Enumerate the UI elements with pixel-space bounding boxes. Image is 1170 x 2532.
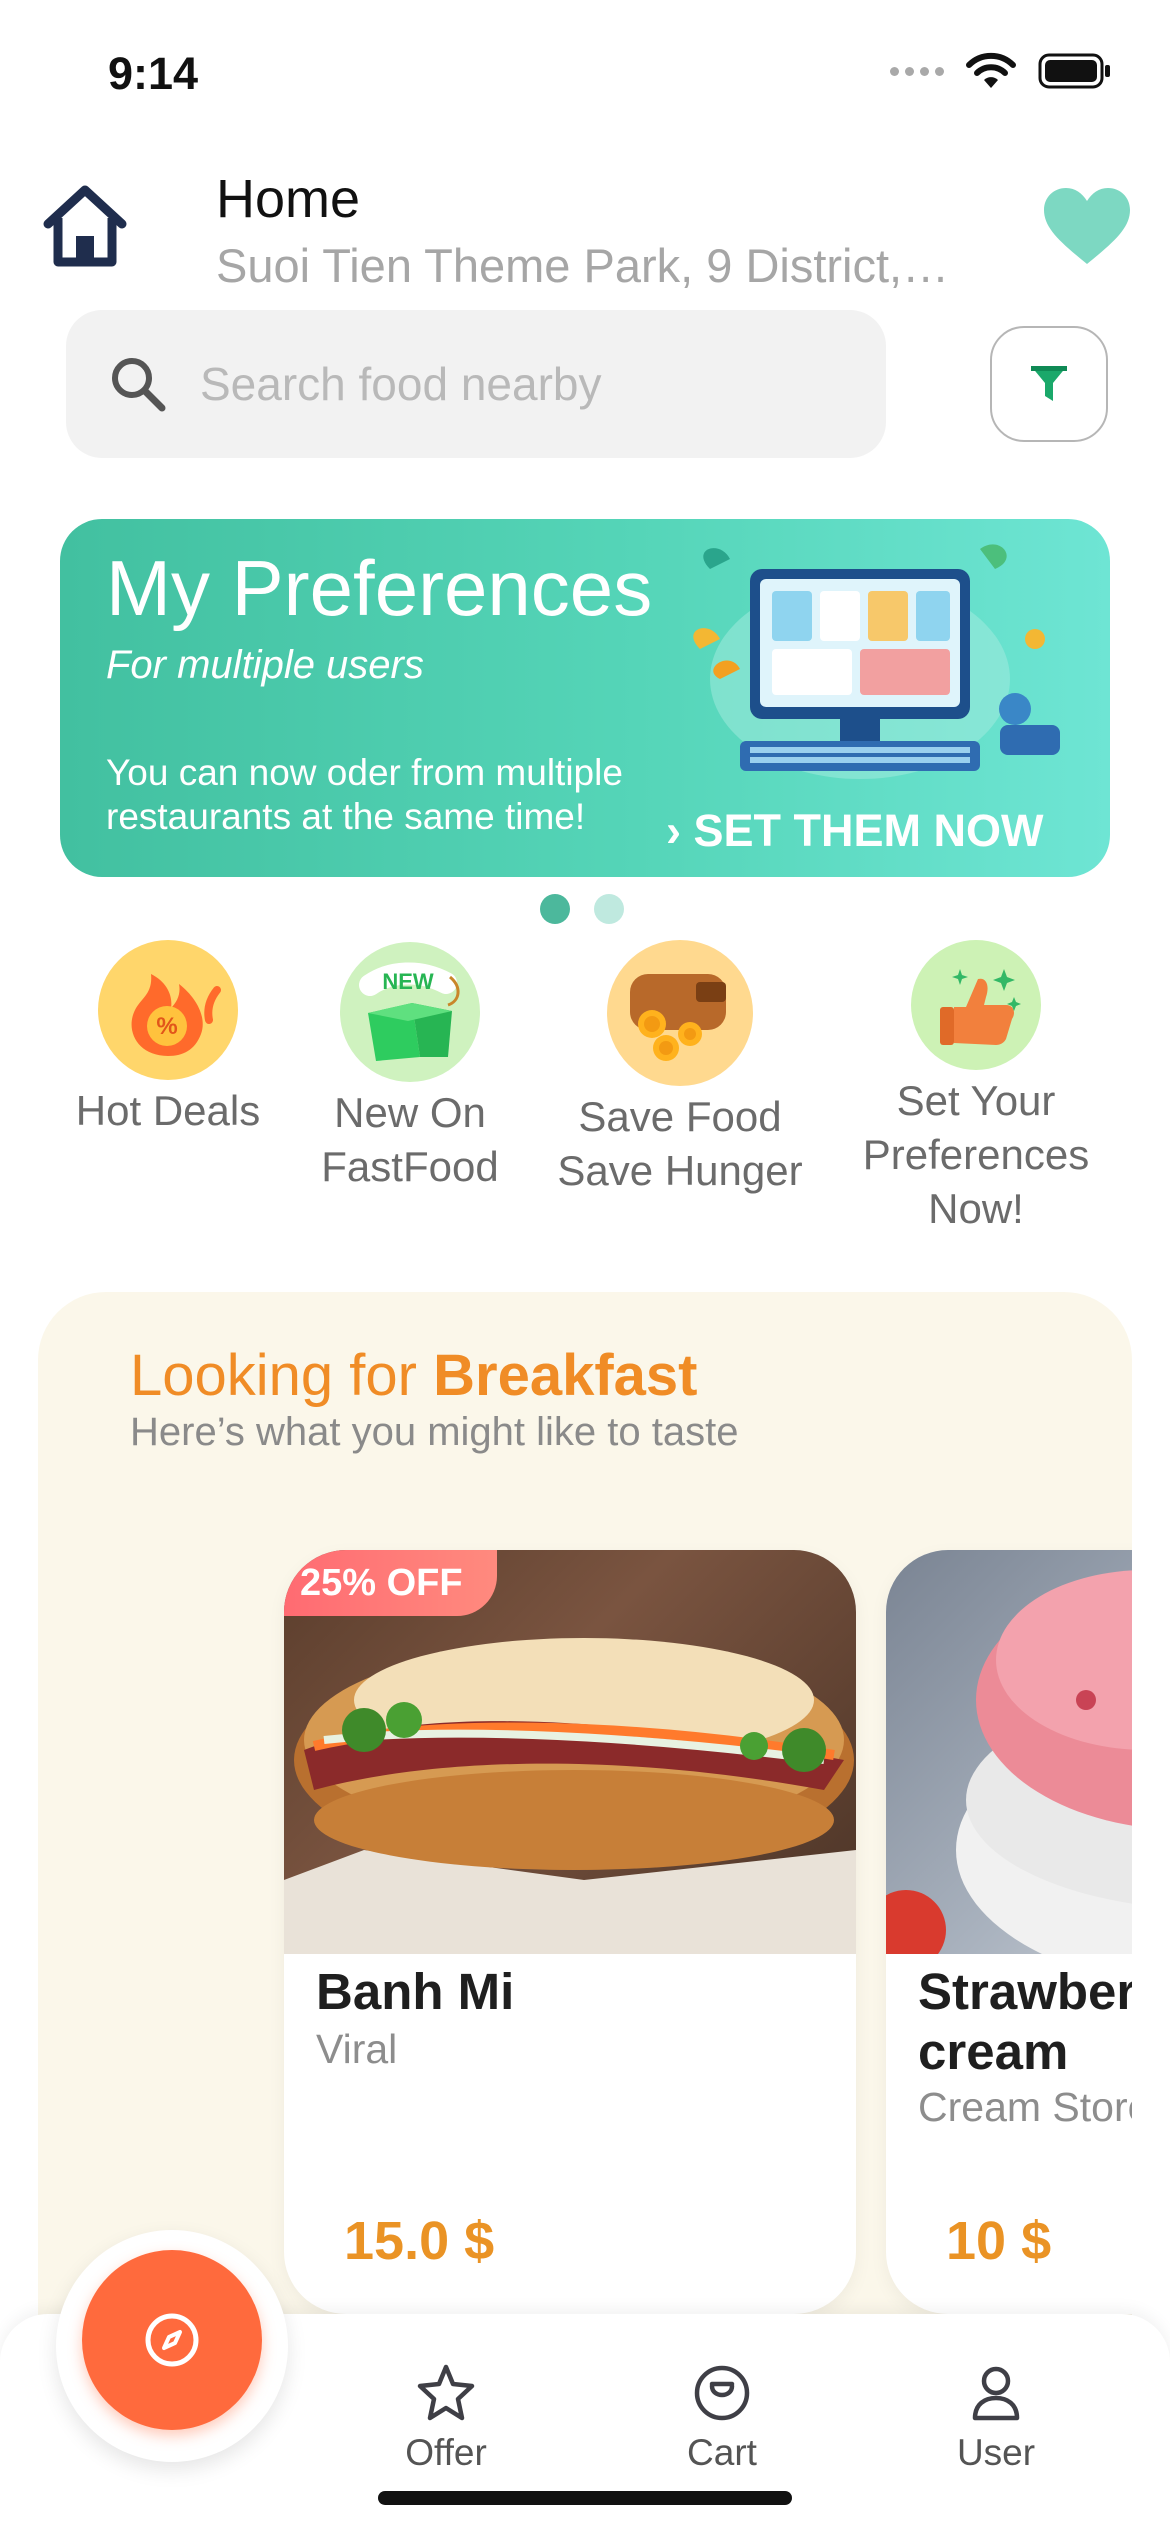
- star-icon: [417, 2364, 475, 2421]
- food-name: Banh Mi: [316, 1963, 515, 2020]
- battery-icon: [1038, 53, 1110, 89]
- category-new-on-fastfood[interactable]: NEW New On FastFood: [300, 942, 520, 1194]
- svg-text:%: %: [156, 1013, 177, 1040]
- category-label: Set Your Preferences Now!: [862, 1077, 1090, 1232]
- food-name: Strawberry cream: [918, 1963, 1132, 2080]
- filter-button[interactable]: [990, 326, 1108, 442]
- discount-badge: 25% OFF: [284, 1550, 497, 1616]
- pager-dot[interactable]: [594, 894, 624, 924]
- computer-illustration: [693, 544, 1060, 779]
- banner-cta-label: SET THEM NOW: [693, 805, 1044, 856]
- breakfast-section: Looking for Breakfast Here’s what you mi…: [38, 1292, 1132, 2332]
- nav-cart[interactable]: Cart: [622, 2362, 822, 2474]
- new-badge-icon: NEW: [340, 942, 480, 1082]
- nav-label: Offer: [405, 2432, 487, 2473]
- food-price: 15.0 $: [344, 2211, 495, 2271]
- category-label: Hot Deals: [75, 1087, 261, 1134]
- category-save-food[interactable]: Save Food Save Hunger: [540, 940, 820, 1198]
- user-icon: [972, 2366, 1020, 2421]
- nav-label: User: [956, 2432, 1036, 2473]
- explore-fab-button[interactable]: [82, 2250, 262, 2430]
- store-name: Viral: [316, 2026, 398, 2072]
- search-bar[interactable]: [66, 310, 886, 458]
- set-preferences-link[interactable]: › SET THEM NOW: [666, 805, 1044, 857]
- preferences-banner[interactable]: My Preferences For multiple users You ca…: [60, 519, 1110, 877]
- signal-icon: [890, 66, 944, 76]
- food-card-strawberry-cream[interactable]: Strawberry cream Cream Store 10 $: [886, 1550, 1132, 2314]
- wallet-coins-icon: [607, 940, 753, 1086]
- banner-subtitle: For multiple users: [106, 643, 424, 687]
- nav-user[interactable]: User: [896, 2362, 1096, 2474]
- basket-icon: [694, 2365, 750, 2421]
- section-subtitle: Here’s what you might like to taste: [130, 1410, 739, 1454]
- strawberry-cream-image: [886, 1550, 1132, 1954]
- status-icons: [890, 52, 1112, 90]
- chevron-right-icon: ›: [666, 805, 681, 856]
- section-title-prefix: Looking for: [130, 1343, 417, 1408]
- wifi-icon: [966, 52, 1016, 88]
- heart-icon[interactable]: [1040, 186, 1134, 266]
- banner-description: You can now oder from multiple restauran…: [106, 752, 623, 837]
- svg-text:NEW: NEW: [382, 969, 434, 994]
- thumbs-up-icon: [911, 940, 1041, 1070]
- category-label: Save Food Save Hunger: [557, 1093, 803, 1194]
- page-title: Home: [216, 169, 361, 229]
- banner-pager[interactable]: [540, 894, 624, 924]
- search-icon: [112, 358, 166, 412]
- category-set-preferences[interactable]: Set Your Preferences Now!: [836, 940, 1116, 1236]
- filter-icon: [1031, 366, 1067, 401]
- home-icon[interactable]: [40, 182, 130, 268]
- hot-deals-icon: %: [98, 940, 238, 1080]
- food-price: 10 $: [946, 2211, 1052, 2271]
- category-label: New On FastFood: [321, 1089, 499, 1190]
- pager-dot-active[interactable]: [540, 894, 570, 924]
- search-input[interactable]: [200, 357, 840, 411]
- category-hot-deals[interactable]: % Hot Deals: [48, 940, 288, 1138]
- banner-title: My Preferences: [106, 544, 653, 632]
- store-name: Cream Store: [918, 2084, 1132, 2130]
- nav-label: Cart: [687, 2432, 757, 2473]
- food-card-banh-mi[interactable]: 25% OFF Banh Mi Viral 15.0 $: [284, 1550, 856, 2314]
- section-title: Looking for Breakfast: [130, 1342, 697, 1409]
- status-time: 9:14: [108, 48, 199, 99]
- nav-offer[interactable]: Offer: [346, 2362, 546, 2474]
- delivery-address[interactable]: Suoi Tien Theme Park, 9 District, Ho Chi…: [216, 238, 956, 293]
- home-indicator: [378, 2491, 792, 2505]
- banh-mi-image: 25% OFF: [284, 1550, 856, 1954]
- section-title-highlight: Breakfast: [433, 1343, 698, 1408]
- compass-icon: [145, 2313, 199, 2367]
